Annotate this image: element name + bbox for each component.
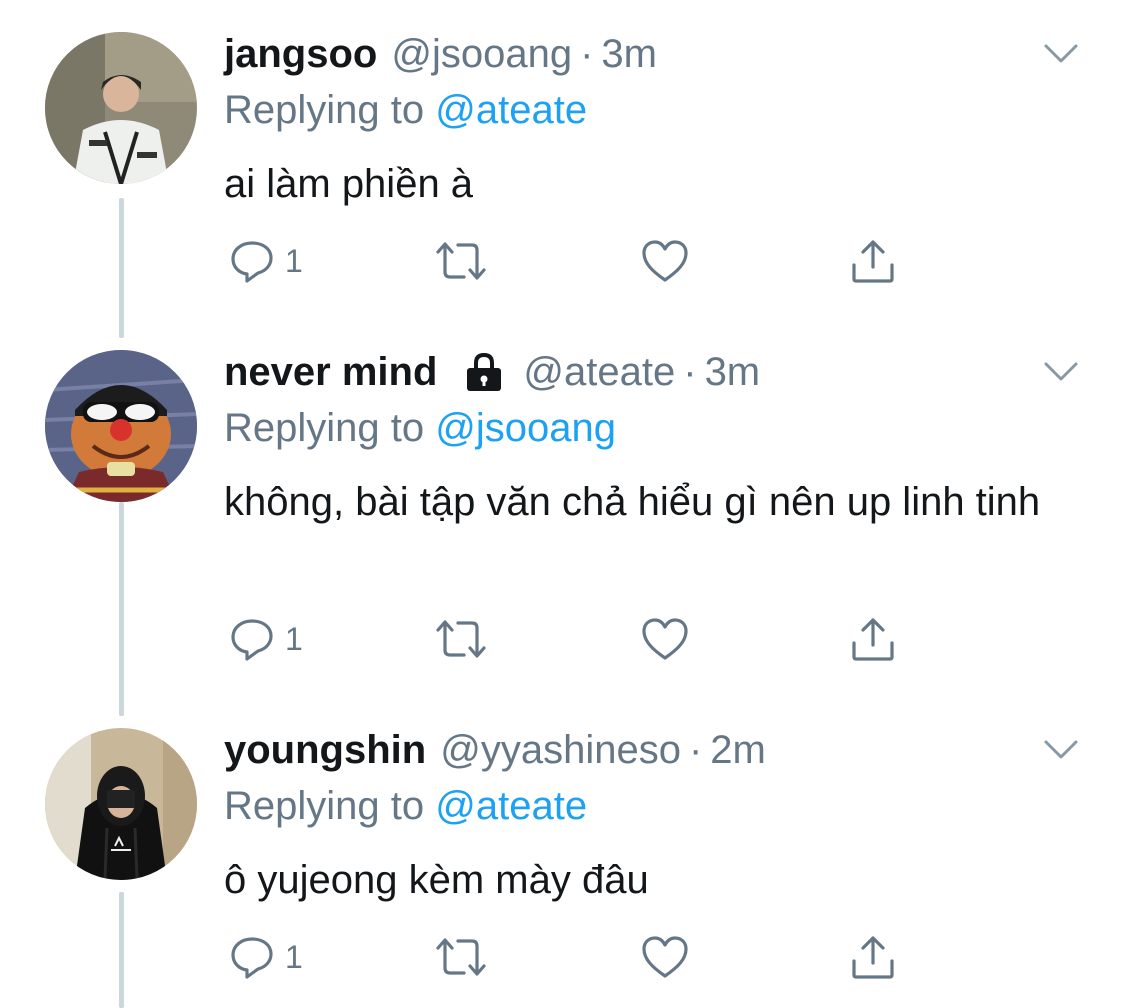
thread-connector — [119, 502, 124, 716]
mention-link[interactable]: @jsooang — [435, 406, 616, 450]
tweet-header: youngshin @yyashineso · 2m — [224, 726, 766, 774]
share-button[interactable] — [849, 236, 897, 286]
reply-icon — [231, 619, 273, 661]
tweet-3[interactable]: youngshin @yyashineso · 2m Replying to @… — [0, 720, 1125, 1008]
display-name[interactable]: jangsoo — [224, 32, 377, 77]
retweet-icon — [436, 938, 486, 976]
replying-prefix: Replying to — [224, 784, 425, 828]
share-icon — [852, 618, 894, 661]
replying-to: Replying to @ateate — [224, 784, 587, 829]
user-handle[interactable]: @yyashineso — [440, 728, 681, 773]
display-name[interactable]: youngshin — [224, 728, 426, 773]
reply-button[interactable]: 1 — [229, 932, 303, 982]
tweet-1[interactable]: jangsoo @jsooang · 3m Replying to @ateat… — [0, 0, 1125, 340]
user-handle[interactable]: @jsooang — [391, 32, 572, 77]
share-icon — [852, 240, 894, 283]
heart-icon — [642, 618, 688, 660]
tweet-text: không, bài tập văn chả hiểu gì nên up li… — [224, 480, 1041, 524]
share-button[interactable] — [849, 614, 897, 664]
action-bar: 1 — [0, 932, 1125, 982]
timestamp[interactable]: 3m — [705, 350, 761, 395]
mention-link[interactable]: @ateate — [435, 88, 587, 132]
reply-count: 1 — [285, 938, 303, 975]
tweet-header: never mind @ateate · 3m — [224, 348, 760, 396]
chevron-down-icon[interactable] — [1043, 360, 1079, 384]
like-button[interactable] — [640, 236, 690, 286]
reply-count: 1 — [285, 620, 303, 657]
separator-dot: · — [580, 31, 594, 76]
heart-icon — [642, 936, 688, 978]
reply-button[interactable]: 1 — [229, 236, 303, 286]
avatar[interactable] — [45, 32, 197, 184]
heart-icon — [642, 240, 688, 282]
retweet-button[interactable] — [434, 932, 488, 982]
timestamp[interactable]: 2m — [710, 728, 766, 773]
reply-count: 1 — [285, 242, 303, 279]
tweet-text: ai làm phiền à — [224, 162, 474, 206]
replying-prefix: Replying to — [224, 88, 425, 132]
like-button[interactable] — [640, 614, 690, 664]
chevron-down-icon[interactable] — [1043, 738, 1079, 762]
user-handle[interactable]: @ateate — [523, 350, 675, 395]
share-icon — [852, 936, 894, 979]
retweet-icon — [436, 242, 486, 280]
reply-button[interactable]: 1 — [229, 614, 303, 664]
replying-prefix: Replying to — [224, 406, 425, 450]
separator-dot: · — [688, 727, 703, 772]
tweet-2[interactable]: never mind @ateate · 3m Replying to @jso… — [0, 340, 1125, 720]
lock-icon — [467, 352, 502, 391]
avatar[interactable] — [45, 728, 197, 880]
replying-to: Replying to @ateate — [224, 88, 587, 133]
tweet-header: jangsoo @jsooang · 3m — [224, 30, 657, 78]
tweet-text: ô yujeong kèm mày đâu — [224, 858, 649, 902]
reply-icon — [231, 937, 273, 979]
retweet-button[interactable] — [434, 236, 488, 286]
reply-icon — [231, 241, 273, 283]
separator-dot: · — [683, 349, 697, 394]
chevron-down-icon[interactable] — [1043, 42, 1079, 66]
mention-link[interactable]: @ateate — [435, 784, 587, 828]
action-bar: 1 — [0, 236, 1125, 286]
timestamp[interactable]: 3m — [601, 32, 657, 77]
action-bar: 1 — [0, 614, 1125, 664]
retweet-button[interactable] — [434, 614, 488, 664]
retweet-icon — [436, 620, 486, 658]
like-button[interactable] — [640, 932, 690, 982]
share-button[interactable] — [849, 932, 897, 982]
display-name[interactable]: never mind — [224, 350, 437, 395]
avatar[interactable] — [45, 350, 197, 502]
replying-to: Replying to @jsooang — [224, 406, 616, 451]
